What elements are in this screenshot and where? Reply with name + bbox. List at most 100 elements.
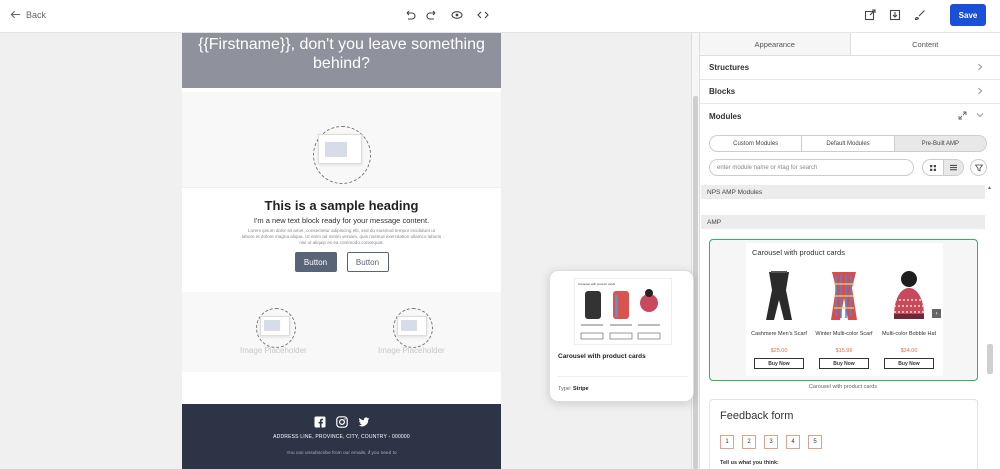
feedback-scale: 1 2 3 4 5 — [720, 435, 822, 449]
carousel-preview: Carousel with product cards Cashmere Men… — [746, 243, 943, 376]
module-search-input[interactable]: enter module name or #tag for search — [709, 159, 914, 176]
section-modules-label: Modules — [709, 111, 742, 121]
arrow-left-icon — [10, 10, 21, 19]
grid-view-icon[interactable] — [923, 160, 943, 175]
sample-heading: This is a sample heading — [264, 198, 419, 213]
product-image-scarf-multicolor — [831, 272, 857, 320]
chevron-right-icon — [978, 87, 983, 95]
sample-subtext: I'm a new text block ready for your mess… — [253, 216, 430, 225]
code-icon[interactable] — [476, 8, 490, 22]
carousel-module-caption: Carousel with product cards — [808, 384, 878, 390]
section-modules[interactable]: Modules — [700, 104, 1000, 128]
section-blocks-label: Blocks — [709, 87, 736, 96]
image-placeholder-thumb-left — [264, 320, 280, 331]
editor-canvas: {{Firstname}}, don't you leave something… — [0, 33, 691, 469]
canvas-scrollbar[interactable] — [691, 33, 699, 469]
section-structures[interactable]: Structures — [700, 56, 1000, 80]
instagram-icon[interactable] — [335, 415, 348, 428]
product-name: Cashmere Men's Scarf — [751, 331, 807, 337]
section-structures-label: Structures — [709, 63, 750, 72]
chevron-right-icon — [978, 63, 983, 71]
preview-type-value: Stripe — [572, 386, 589, 392]
product-price: $25.00 — [770, 348, 788, 354]
footer-unsubscribe: You can unsubscribe from our emails, if … — [286, 451, 397, 456]
rating-option-4[interactable]: 4 — [786, 435, 800, 449]
group-nps-amp-modules[interactable]: NPS AMP Modules — [701, 185, 985, 199]
rating-option-1[interactable]: 1 — [720, 435, 734, 449]
back-label: Back — [26, 9, 47, 20]
undo-icon[interactable] — [403, 8, 417, 22]
rating-option-3[interactable]: 3 — [764, 435, 778, 449]
twitter-icon[interactable] — [357, 415, 370, 428]
hero-text: {{Firstname}}, don't you leave something… — [198, 36, 485, 72]
preview-thumbnail: Carousel with product cards — [574, 278, 672, 345]
feedback-question: Tell us what you think: — [720, 460, 779, 466]
save-button[interactable]: Save — [950, 4, 986, 26]
panel-scrollbar[interactable]: ▲ — [986, 185, 1000, 469]
buy-now-button[interactable]: Buy Now — [754, 358, 804, 369]
footer-address: ADDRESS LINE, PROVINCE, CITY, COUNTRY - … — [273, 434, 410, 440]
text-block[interactable]: This is a sample heading I'm a new text … — [182, 188, 501, 292]
carousel-next-icon[interactable]: › — [932, 309, 941, 318]
export-icon[interactable] — [863, 8, 877, 22]
feedback-form-module[interactable]: Feedback form 1 2 3 4 5 Tell us what you… — [709, 399, 978, 469]
panel-scroll-thumb[interactable] — [987, 344, 993, 374]
social-links — [182, 404, 501, 428]
product-price: $34.00 — [900, 348, 918, 354]
top-toolbar: Back Save — [0, 0, 1000, 33]
buy-now-button[interactable]: Buy Now — [884, 358, 934, 369]
preview-mini-title: Carousel with product cards — [578, 282, 616, 286]
product-card-2: Winter Multi-color Scarf $15.99 Buy Now — [814, 270, 874, 369]
module-type-switch: Custom Modules Default Modules Pre-Built… — [709, 135, 987, 152]
image-placeholder-thumb — [325, 142, 347, 157]
group-amp[interactable]: AMP — [701, 215, 985, 229]
primary-button[interactable]: Button — [294, 252, 337, 272]
tab-appearance[interactable]: Appearance — [700, 33, 851, 55]
rating-option-2[interactable]: 2 — [742, 435, 756, 449]
section-blocks[interactable]: Blocks — [700, 80, 1000, 104]
list-view-icon[interactable] — [942, 160, 963, 175]
email-preview: {{Firstname}}, don't you leave something… — [182, 33, 501, 469]
image-placeholder-thumb-right — [401, 320, 417, 331]
feedback-title: Feedback form — [720, 410, 794, 422]
panel-tabs: Appearance Content — [700, 33, 1000, 56]
image-placeholder-label-left: Image Placeholder — [240, 346, 307, 355]
product-image-scarf-black — [766, 271, 792, 320]
image-placeholder-label-right: Image Placeholder — [378, 346, 445, 355]
preview-products-image — [580, 289, 661, 340]
spacer-block — [182, 372, 501, 403]
segment-custom-modules[interactable]: Custom Modules — [710, 136, 803, 151]
product-price: $15.99 — [835, 348, 853, 354]
secondary-button[interactable]: Button — [346, 252, 389, 272]
image-block[interactable] — [182, 92, 501, 188]
product-image-bobble-hat — [894, 271, 924, 319]
carousel-module-card[interactable]: Carousel with product cards Cashmere Men… — [709, 239, 978, 381]
buy-now-button[interactable]: Buy Now — [819, 358, 869, 369]
download-icon[interactable] — [888, 8, 902, 22]
settings-panel: Appearance Content Structures Blocks Mod… — [699, 33, 1000, 469]
preview-type-label: Type: — [558, 386, 572, 392]
chevron-down-icon[interactable] — [976, 111, 984, 119]
carousel-title: Carousel with product cards — [752, 248, 845, 257]
eye-icon[interactable] — [450, 8, 464, 22]
back-button[interactable]: Back — [10, 9, 46, 20]
filter-icon[interactable] — [970, 159, 987, 176]
hero-banner[interactable]: {{Firstname}}, don't you leave something… — [182, 33, 501, 88]
brush-icon[interactable] — [913, 8, 927, 22]
module-preview-card[interactable]: Carousel with product cards Carousel wit… — [549, 270, 694, 402]
lorem-text: Lorem ipsum dolor sit amet, consectetur … — [241, 228, 442, 245]
segment-prebuilt-amp[interactable]: Pre-Built AMP — [894, 136, 986, 151]
scroll-up-icon[interactable]: ▲ — [987, 185, 992, 191]
email-footer[interactable]: ADDRESS LINE, PROVINCE, CITY, COUNTRY - … — [182, 404, 501, 469]
segment-default-modules[interactable]: Default Modules — [802, 136, 895, 151]
preview-type: Type: Stripe — [558, 386, 589, 392]
preview-title: Carousel with product cards — [558, 353, 646, 360]
facebook-icon[interactable] — [313, 415, 326, 428]
product-name: Multi-color Bobble Hat — [881, 331, 937, 337]
two-column-block[interactable]: Image Placeholder Image Placeholder — [182, 292, 501, 372]
redo-icon[interactable] — [425, 8, 439, 22]
rating-option-5[interactable]: 5 — [808, 435, 822, 449]
expand-icon[interactable] — [958, 111, 967, 120]
tab-content[interactable]: Content — [850, 33, 1000, 55]
product-name: Winter Multi-color Scarf — [815, 331, 873, 337]
